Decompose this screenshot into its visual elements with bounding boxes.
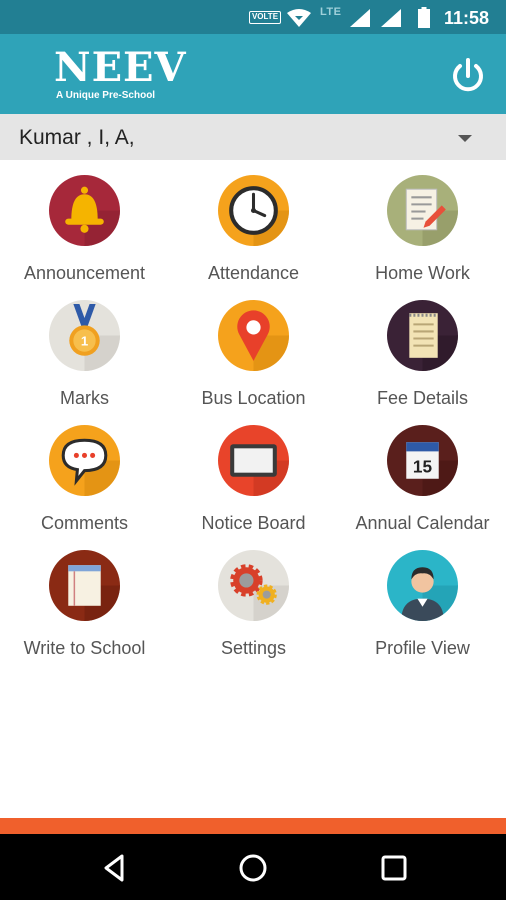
wifi-icon [287, 9, 311, 27]
bell-icon [49, 175, 120, 246]
notebook-pencil-icon [387, 175, 458, 246]
menu-item-label: Bus Location [201, 388, 306, 408]
calendar-day: 15 [413, 457, 433, 477]
clock-icon [218, 175, 289, 246]
system-navigation-bar [0, 834, 506, 900]
battery-icon [418, 7, 430, 28]
signal-icon [381, 9, 401, 27]
menu-item-write-to-school[interactable]: Write to School [0, 535, 169, 660]
dropdown-caret-icon [458, 135, 472, 142]
app-logo-subtitle: A Unique Pre-School [56, 90, 156, 101]
gears-icon [218, 550, 289, 621]
menu-item-announcement[interactable]: Announcement [0, 160, 169, 285]
medal-icon: 1 [49, 300, 120, 371]
clock-time: 11:58 [444, 8, 490, 28]
menu-item-label: Annual Calendar [355, 513, 490, 533]
menu-item-label: Write to School [23, 638, 146, 658]
status-bar: VOLTE LTE 11:58 [0, 0, 506, 34]
menu-item-label: Marks [60, 388, 109, 408]
menu-item-notice-board[interactable]: Notice Board [169, 410, 338, 535]
menu-item-bus-location[interactable]: Bus Location [169, 285, 338, 410]
network-type: LTE [320, 6, 342, 18]
volte-badge: VOLTE [249, 11, 281, 24]
menu-item-settings[interactable]: Settings [169, 535, 338, 660]
student-selector[interactable]: Kumar , I, A, [0, 114, 506, 160]
home-icon[interactable] [236, 851, 270, 885]
medal-number: 1 [81, 334, 88, 349]
back-icon[interactable] [98, 851, 132, 885]
power-icon[interactable] [448, 56, 488, 96]
app-bar: NEEV A Unique Pre-School [0, 34, 506, 114]
menu-item-label: Attendance [207, 263, 300, 283]
menu-item-comments[interactable]: Comments [0, 410, 169, 535]
location-pin-icon [218, 300, 289, 371]
signal-icon [350, 9, 370, 27]
student-selector-value: Kumar , I, A, [19, 126, 135, 149]
user-avatar-icon [387, 550, 458, 621]
app-logo-title: NEEV [54, 44, 187, 91]
notice-board-icon [218, 425, 289, 496]
menu-item-marks[interactable]: 1 Marks [0, 285, 169, 410]
calendar-icon: 15 [387, 425, 458, 496]
menu-item-fee-details[interactable]: Fee Details [338, 285, 506, 410]
menu-item-label: Comments [40, 513, 129, 533]
menu-item-home-work[interactable]: Home Work [338, 160, 506, 285]
menu-item-label: Profile View [375, 638, 470, 658]
menu-item-label: Settings [220, 638, 287, 658]
menu-item-profile-view[interactable]: Profile View [338, 535, 506, 660]
notepad-icon [387, 300, 458, 371]
menu-item-label: Home Work [375, 263, 470, 283]
menu-item-label: Notice Board [201, 513, 306, 533]
speech-bubble-icon [49, 425, 120, 496]
bottom-accent-strip [0, 818, 506, 834]
menu-item-attendance[interactable]: Attendance [169, 160, 338, 285]
menu-item-annual-calendar[interactable]: 15 Annual Calendar [338, 410, 506, 535]
recent-apps-icon[interactable] [377, 851, 411, 885]
menu-item-label: Announcement [23, 263, 146, 283]
menu-item-label: Fee Details [376, 388, 469, 408]
write-pad-icon [49, 550, 120, 621]
